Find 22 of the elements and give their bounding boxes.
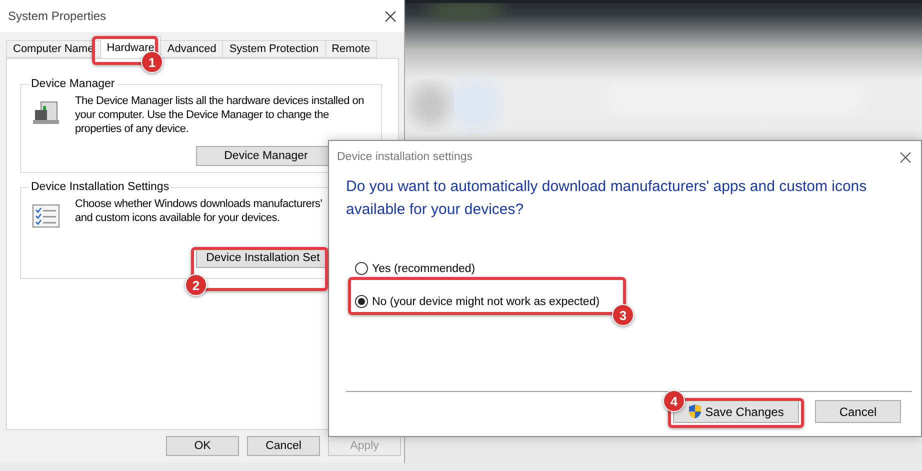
- close-icon[interactable]: [900, 152, 911, 162]
- group-description: Choose whether Windows downloads manufacturers' and custom icons available for your devices.: [75, 197, 324, 226]
- radio-button[interactable]: [355, 295, 368, 308]
- checklist-icon: [31, 203, 61, 229]
- tab[interactable]: Computer Name: [6, 40, 101, 58]
- radio-label: No (your device might not work as expected): [372, 296, 600, 308]
- dialog-button[interactable]: Cancel: [247, 436, 320, 456]
- group-description: The Device Manager lists all the hardware devices installed on your computer. Use the Device Manager to change the properties of any device.: [75, 94, 365, 136]
- group-title: Device Manager: [30, 78, 116, 90]
- dialog-button[interactable]: OK: [166, 436, 239, 456]
- tab[interactable]: System Protection: [222, 40, 326, 58]
- tab[interactable]: Advanced: [160, 40, 224, 58]
- radio-label: Yes (recommended): [372, 262, 476, 274]
- dialog-title: Device installation settings: [337, 151, 473, 163]
- group-title: Device Installation Settings: [30, 181, 170, 193]
- dialog-question: Do you want to automatically download manufacturers' apps and custom icons available for your devices?: [345, 177, 868, 220]
- cancel-button[interactable]: Cancel: [815, 400, 901, 423]
- tab[interactable]: Remote: [324, 40, 378, 58]
- window-title: System Properties: [8, 9, 106, 23]
- close-icon[interactable]: [385, 10, 396, 22]
- device-icon: [31, 100, 61, 126]
- radio-button[interactable]: [355, 262, 368, 275]
